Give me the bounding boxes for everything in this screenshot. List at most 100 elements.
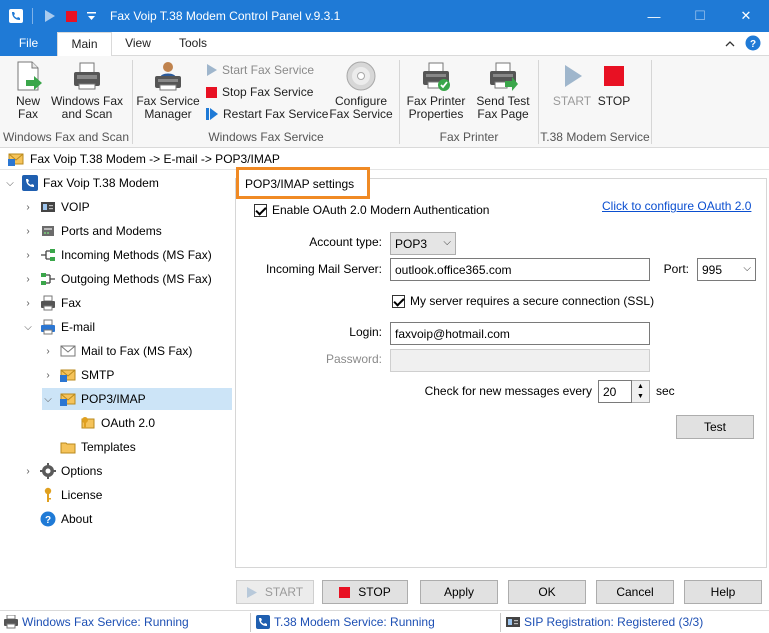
incoming-server-input[interactable]: outlook.office365.com [390,258,650,281]
tree-item-incoming-methods[interactable]: › Incoming Methods (MS Fax) [22,244,211,266]
breadcrumb-path: Fax Voip T.38 Modem -> E-mail -> POP3/IM… [30,151,280,166]
account-type-select[interactable]: POP3 ⌵ [390,232,456,255]
stop-modem-service-button[interactable]: STOP [594,60,634,108]
checkbox-checked-icon [254,203,267,217]
chevron-right-icon[interactable]: › [22,201,34,213]
settings-panel-title: POP3/IMAP settings [236,167,370,199]
ribbon: New Fax Windows Fax and Scan Windows Fax a… [0,56,769,148]
cancel-button[interactable]: Cancel [596,580,674,604]
tree-item-options[interactable]: › Options [22,460,102,482]
login-label: Login: [349,325,382,339]
configure-fax-service-button[interactable]: Configure Fax Service [328,60,394,121]
tab-main[interactable]: Main [57,32,112,57]
tree-item-outgoing-methods[interactable]: › Outgoing Methods (MS Fax) [22,268,211,290]
tree-item-license[interactable]: › License [22,484,102,506]
tree-item-pop3-imap[interactable]: ⌵ POP3/IMAP [42,388,232,410]
ribbon-group-separator [651,60,652,144]
outgoing-routing-icon [40,271,56,287]
pop3-imap-icon [60,391,76,407]
fax-service-manager-button[interactable]: Fax Service Manager [136,60,200,121]
mail-to-fax-icon [60,343,76,359]
status-sip-registration[interactable]: SIP Registration: Registered (3/3) [506,615,703,629]
quick-start-icon[interactable] [42,8,58,24]
tree-item-email[interactable]: ⌵ E-mail [22,316,95,338]
tree-item-oauth[interactable]: OAuth 2.0 [74,412,155,434]
email-fax-icon [40,319,56,335]
tab-file[interactable]: File [0,32,57,56]
collapse-ribbon-icon[interactable] [722,36,738,52]
chevron-right-icon[interactable]: › [22,297,34,309]
stop-icon [339,586,351,598]
apply-button[interactable]: Apply [420,580,498,604]
test-button[interactable]: Test [676,415,754,439]
send-test-fax-page-button[interactable]: Send Test Fax Page [472,60,534,121]
app-phone-icon[interactable] [8,8,24,24]
tree-item-root[interactable]: ⌵ Fax Voip T.38 Modem [4,172,159,194]
key-icon [40,487,56,503]
chevron-right-icon[interactable]: › [42,345,54,357]
tree-item-fax[interactable]: › Fax [22,292,81,314]
quick-stop-icon[interactable] [63,8,79,24]
spin-down-icon: ▼ [637,393,644,401]
phone-status-icon [256,615,270,629]
group-label-windows-fax-service: Windows Fax Service [208,130,324,144]
enable-oauth-checkbox[interactable]: Enable OAuth 2.0 Modern Authentication [254,203,489,217]
sip-gateway-icon [506,617,520,627]
new-fax-button[interactable]: New Fax [6,60,50,121]
status-windows-fax[interactable]: Windows Fax Service: Running [4,615,189,629]
tab-tools[interactable]: Tools [164,32,222,56]
title-bar: Fax Voip T.38 Modem Control Panel v.9.3.… [0,0,769,32]
fax-printer-properties-button[interactable]: Fax Printer Properties [404,60,468,121]
minimize-button[interactable]: — [631,0,677,32]
check-messages-label: Check for new messages every [424,384,592,398]
account-type-label: Account type: [309,235,382,249]
chevron-down-icon: ⌵ [443,237,451,248]
tab-view[interactable]: View [112,32,164,56]
windows-fax-scan-button[interactable]: Windows Fax and Scan [50,60,124,121]
ok-button[interactable]: OK [508,580,586,604]
password-input[interactable] [390,349,650,372]
tree-item-smtp[interactable]: › SMTP [42,364,114,386]
tree-item-ports-modems[interactable]: › Ports and Modems [22,220,161,242]
tree-item-mail-to-fax[interactable]: › Mail to Fax (MS Fax) [42,340,192,362]
start-service-button[interactable]: START [236,580,314,604]
voip-gateway-icon [40,199,56,215]
port-combo[interactable]: 995 ⌵ [697,258,756,281]
chevron-down-icon[interactable]: ⌵ [42,393,54,405]
chevron-down-icon[interactable]: ⌵ [22,321,34,333]
gear-icon [40,463,56,479]
chevron-right-icon[interactable]: › [22,225,34,237]
tree-item-templates[interactable]: › Templates [42,436,136,458]
help-icon[interactable]: ? [745,35,761,51]
breadcrumb: Fax Voip T.38 Modem -> E-mail -> POP3/IM… [0,148,769,170]
play-icon [246,586,257,598]
stop-service-button[interactable]: STOP [322,580,408,604]
status-t38-modem[interactable]: T.38 Modem Service: Running [256,615,435,629]
tree-item-about[interactable]: › ? About [22,508,92,530]
start-fax-service-button[interactable]: Start Fax Service [206,61,314,79]
chevron-right-icon[interactable]: › [22,249,34,261]
chevron-right-icon[interactable]: › [22,465,34,477]
chevron-right-icon[interactable]: › [42,369,54,381]
restart-fax-service-button[interactable]: Restart Fax Service [206,105,328,123]
help-button[interactable]: Help [684,580,762,604]
login-input[interactable]: faxvoip@hotmail.com [390,322,650,345]
play-icon [556,60,588,92]
group-label-windows-fax-scan: Windows Fax and Scan [2,130,130,144]
window-title: Fax Voip T.38 Modem Control Panel v.9.3.… [110,9,341,23]
tree-item-voip[interactable]: › VOIP [22,196,89,218]
maximize-button[interactable]: ☐ [677,0,723,32]
chevron-down-icon[interactable]: ⌵ [4,177,16,189]
customize-quick-access-icon[interactable] [84,8,98,24]
chevron-right-icon[interactable]: › [22,273,34,285]
modem-icon [40,223,56,239]
password-label: Password: [325,352,382,366]
stop-fax-service-button[interactable]: Stop Fax Service [206,83,313,101]
check-interval-input[interactable]: 20 [598,380,632,403]
configure-oauth-link[interactable]: Click to configure OAuth 2.0 [602,199,751,213]
play-icon [207,64,217,76]
close-button[interactable]: ✕ [723,0,769,32]
check-interval-spinner[interactable]: ▲ ▼ [632,380,650,403]
start-modem-service-button[interactable]: START [552,60,592,108]
ssl-checkbox[interactable]: My server requires a secure connection (… [392,294,654,308]
